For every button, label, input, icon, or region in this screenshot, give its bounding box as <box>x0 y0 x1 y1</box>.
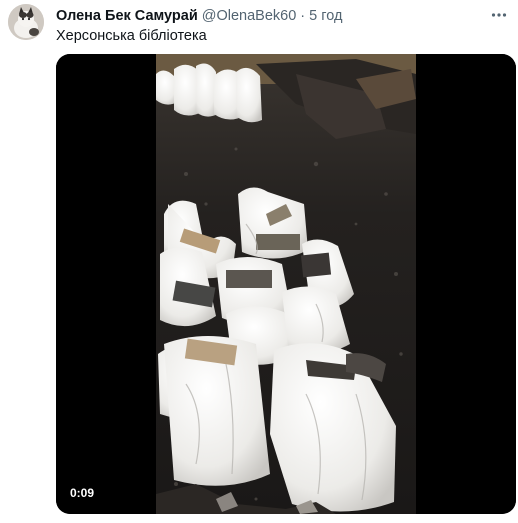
tweet-card[interactable]: Олена Бек Самурай @OlenaBek60 · 5 год Хе… <box>0 0 518 523</box>
tweet-header: Олена Бек Самурай @OlenaBek60 · 5 год <box>56 6 342 26</box>
more-dots-icon[interactable] <box>488 4 510 26</box>
video-player[interactable]: 0:09 <box>56 54 516 514</box>
video-duration: 0:09 <box>64 484 101 502</box>
tweet-text: Херсонська бібліотека <box>56 28 207 44</box>
cat-avatar-icon[interactable] <box>8 4 44 40</box>
author-handle[interactable]: @OlenaBek60 <box>202 6 297 26</box>
header-separator: · <box>300 8 306 24</box>
tweet-time[interactable]: 5 год <box>309 6 342 26</box>
author-name[interactable]: Олена Бек Самурай <box>56 6 198 26</box>
video-frame <box>56 54 516 514</box>
